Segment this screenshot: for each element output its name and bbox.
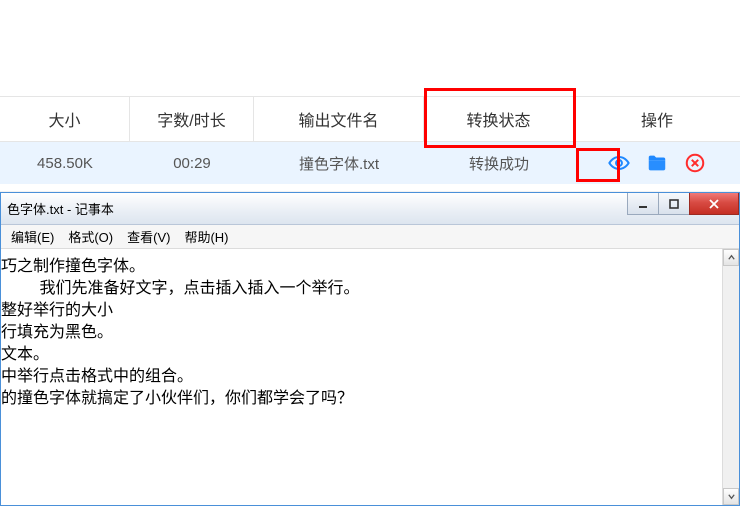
maximize-icon [668,198,680,210]
notepad-text[interactable]: 巧之制作撞色字体。 我们先准备好文字，点击插入插入一个举行。 整好举行的大小 行… [1,249,739,415]
scroll-track[interactable] [723,266,739,488]
notepad-window: 色字体.txt - 记事本 编辑(E) 格式(O) 查看(V) 帮助(H) 巧之… [0,192,740,506]
header-ops: 操作 [574,97,740,141]
conversion-table: 大小 字数/时长 输出文件名 转换状态 操作 458.50K 00:29 撞色字… [0,0,740,184]
delete-icon [684,152,706,174]
maximize-button[interactable] [658,193,690,215]
eye-icon [608,152,630,174]
titlebar[interactable]: 色字体.txt - 记事本 [1,193,739,225]
scroll-up-button[interactable] [723,249,739,266]
notepad-body: 巧之制作撞色字体。 我们先准备好文字，点击插入插入一个举行。 整好举行的大小 行… [1,249,739,505]
menu-help[interactable]: 帮助(H) [178,225,234,248]
folder-icon [646,152,668,174]
menubar: 编辑(E) 格式(O) 查看(V) 帮助(H) [1,225,739,249]
chevron-up-icon [727,253,736,262]
menu-format[interactable]: 格式(O) [62,225,119,248]
vertical-scrollbar[interactable] [722,249,739,505]
menu-edit[interactable]: 编辑(E) [5,225,60,248]
minimize-button[interactable] [627,193,659,215]
header-size: 大小 [0,97,130,141]
window-buttons [628,193,739,215]
menu-view[interactable]: 查看(V) [121,225,176,248]
table-row[interactable]: 458.50K 00:29 撞色字体.txt 转换成功 [0,142,740,184]
cell-size: 458.50K [0,142,130,184]
cell-ops [574,142,740,184]
header-status: 转换状态 [424,97,574,141]
cell-status: 转换成功 [424,142,574,184]
delete-button[interactable] [684,152,706,174]
scroll-down-button[interactable] [723,488,739,505]
open-folder-button[interactable] [646,152,668,174]
table-header-row: 大小 字数/时长 输出文件名 转换状态 操作 [0,96,740,142]
cell-count: 00:29 [130,142,254,184]
minimize-icon [637,198,649,210]
header-outname: 输出文件名 [254,97,424,141]
header-count: 字数/时长 [130,97,254,141]
window-title: 色字体.txt - 记事本 [7,199,114,218]
cell-outname: 撞色字体.txt [254,142,424,184]
close-button[interactable] [689,193,739,215]
close-icon [707,197,721,211]
chevron-down-icon [727,492,736,501]
preview-button[interactable] [608,152,630,174]
